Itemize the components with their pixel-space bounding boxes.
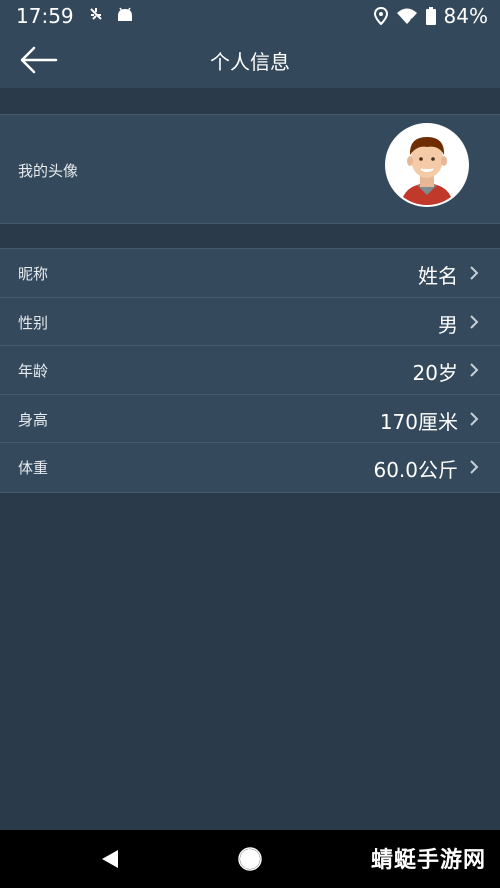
chevron-right-icon bbox=[470, 411, 479, 426]
section-gap bbox=[0, 88, 500, 114]
nickname-row[interactable]: 昵称 姓名 bbox=[0, 249, 500, 298]
avatar-label: 我的头像 bbox=[18, 162, 79, 180]
status-right-icons: 84% bbox=[373, 4, 488, 28]
avatar[interactable] bbox=[385, 123, 469, 207]
avatar-image bbox=[387, 125, 467, 205]
info-list: 昵称 姓名 性别 男 年龄 20岁 身高 170厘米 体重 60.0公斤 bbox=[0, 248, 500, 493]
age-row[interactable]: 年龄 20岁 bbox=[0, 346, 500, 395]
section-gap bbox=[0, 224, 500, 248]
app-header: 个人信息 bbox=[0, 34, 500, 88]
row-value: 男 bbox=[438, 312, 458, 337]
chevron-right-icon bbox=[470, 363, 479, 377]
wifi-icon bbox=[396, 8, 417, 25]
watermark-text: 蜻蜓手游网 bbox=[370, 848, 486, 873]
row-value: 170厘米 bbox=[379, 409, 458, 434]
row-label: 年龄 bbox=[18, 362, 49, 380]
battery-percent: 84% bbox=[443, 4, 488, 28]
status-time: 17:59 bbox=[16, 4, 74, 28]
home-circle-icon[interactable] bbox=[238, 847, 262, 871]
row-label: 昵称 bbox=[18, 265, 49, 283]
row-label: 身高 bbox=[18, 410, 49, 429]
status-bar: 17:59 84% bbox=[0, 0, 500, 34]
row-value: 姓名 bbox=[418, 264, 458, 288]
status-left-icons bbox=[88, 6, 134, 24]
row-value: 20岁 bbox=[412, 361, 458, 385]
weight-row[interactable]: 体重 60.0公斤 bbox=[0, 443, 500, 492]
chevron-right-icon bbox=[470, 460, 479, 474]
row-label: 性别 bbox=[18, 313, 49, 332]
row-label: 体重 bbox=[18, 459, 49, 477]
android-icon bbox=[118, 7, 132, 21]
chevron-right-icon bbox=[470, 266, 479, 280]
gender-row[interactable]: 性别 男 bbox=[0, 298, 500, 346]
row-value: 60.0公斤 bbox=[373, 458, 458, 482]
nav-bar: 蜻蜓手游网 bbox=[0, 830, 500, 888]
location-icon bbox=[373, 7, 388, 25]
avatar-row[interactable]: 我的头像 bbox=[0, 114, 500, 224]
back-triangle-icon[interactable] bbox=[100, 848, 120, 870]
battery-icon bbox=[425, 7, 436, 25]
page-title: 个人信息 bbox=[210, 50, 290, 74]
chevron-right-icon bbox=[470, 314, 479, 329]
bug-icon bbox=[90, 8, 102, 20]
height-row[interactable]: 身高 170厘米 bbox=[0, 395, 500, 443]
